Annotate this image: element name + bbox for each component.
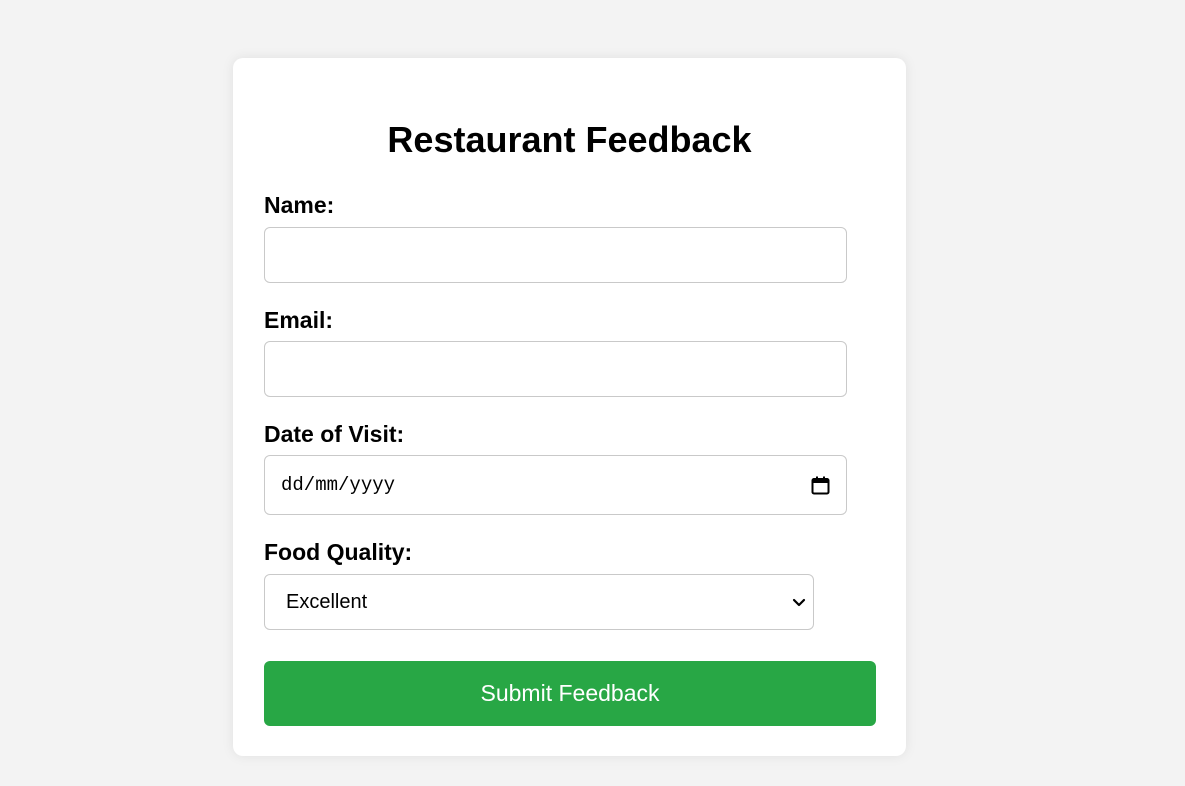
food-quality-selected: Excellent: [286, 590, 368, 613]
food-quality-select[interactable]: Excellent: [264, 574, 814, 630]
date-placeholder: dd/mm/yyyy: [281, 474, 396, 496]
food-quality-label: Food Quality:: [264, 539, 413, 565]
feedback-card: Restaurant Feedback Name: Email: Date of…: [233, 58, 906, 756]
email-label: Email:: [264, 307, 334, 333]
submit-feedback-button[interactable]: Submit Feedback: [264, 661, 876, 726]
email-field[interactable]: [264, 341, 847, 397]
date-of-visit-field[interactable]: dd/mm/yyyy: [264, 455, 847, 515]
page-title: Restaurant Feedback: [387, 119, 752, 160]
chevron-down-icon: [791, 594, 807, 610]
name-field[interactable]: [264, 227, 847, 283]
name-label: Name:: [264, 192, 335, 218]
date-label: Date of Visit:: [264, 421, 405, 447]
calendar-icon[interactable]: [811, 476, 830, 495]
